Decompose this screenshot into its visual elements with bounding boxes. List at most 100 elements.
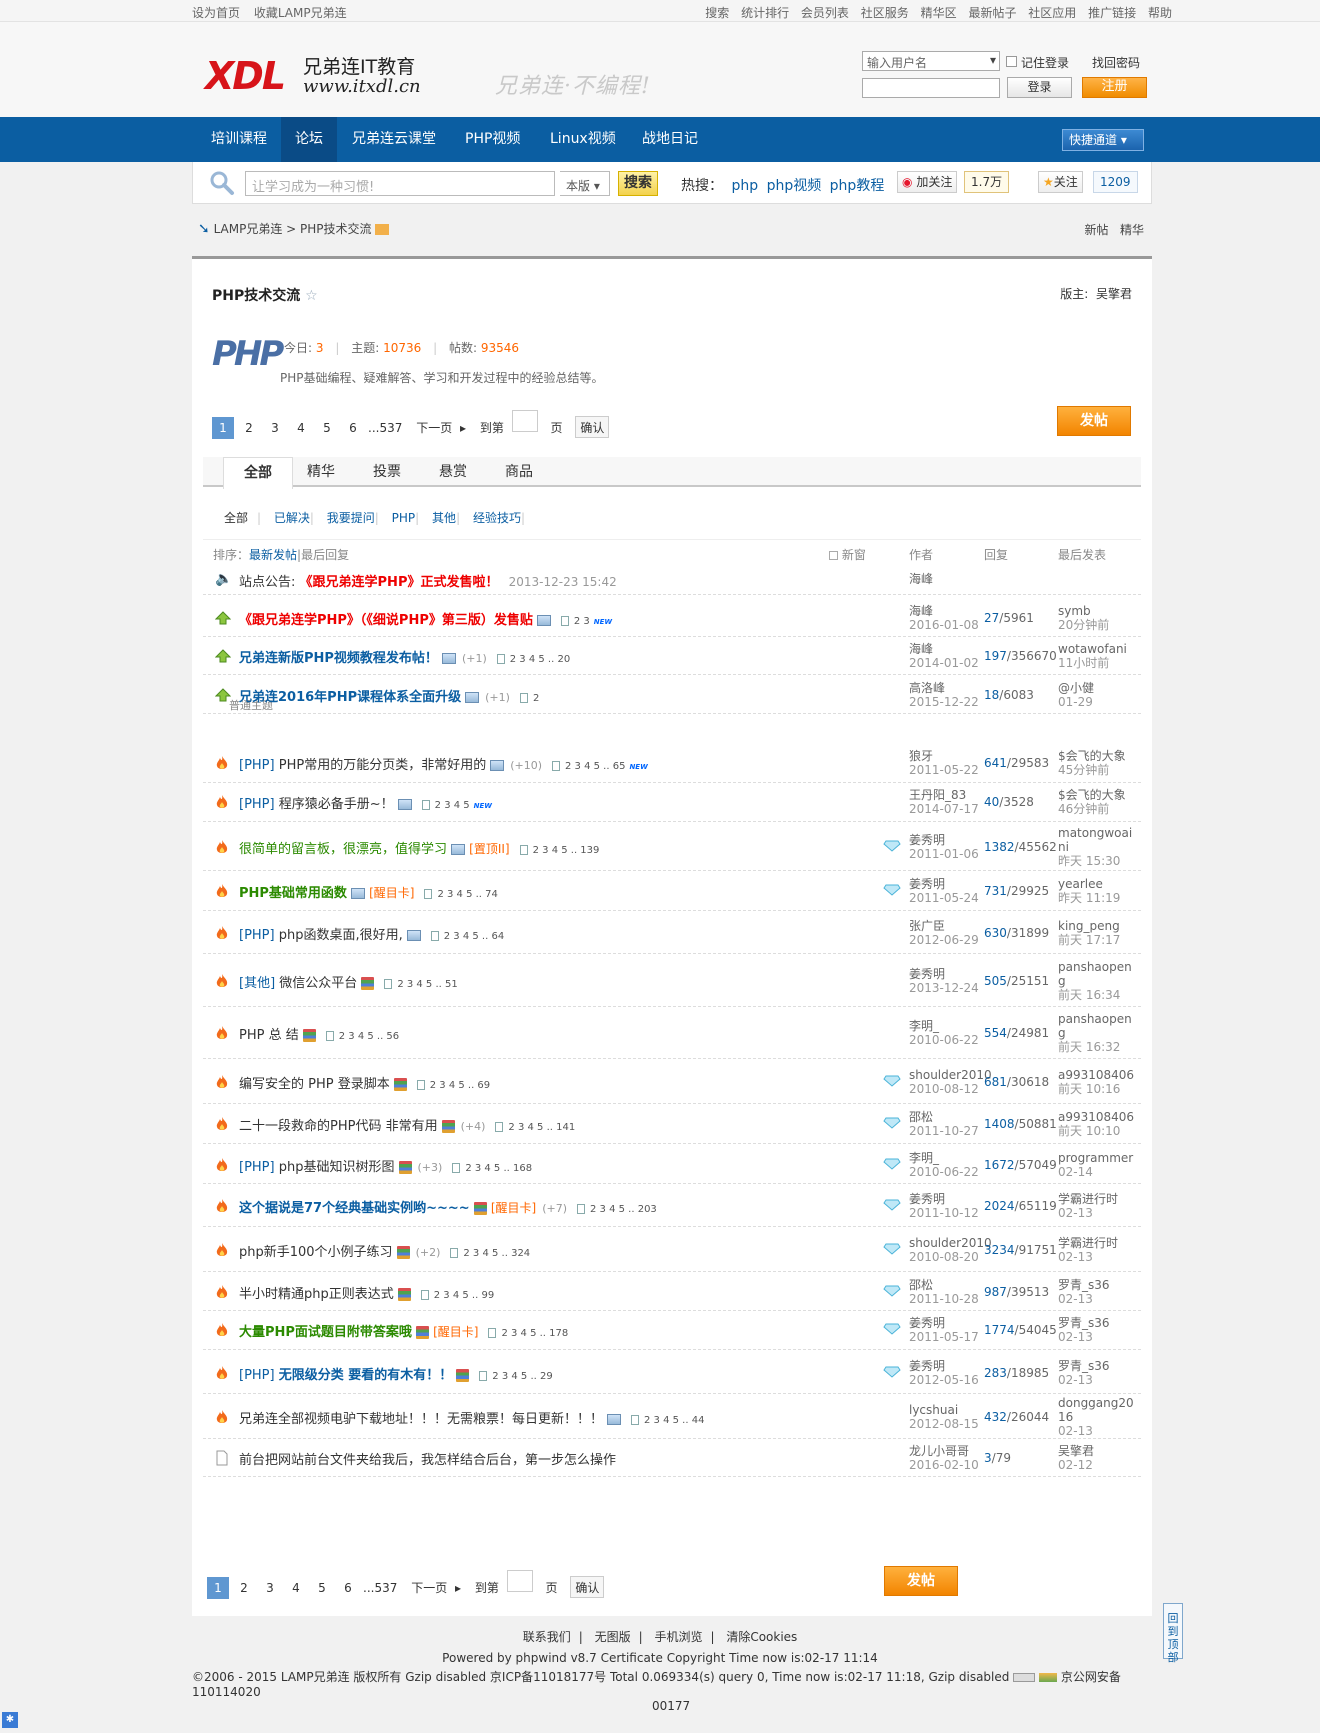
thread-author[interactable]: 张广臣 — [909, 919, 945, 933]
tab-digest[interactable]: 精华 — [287, 457, 355, 487]
thread-row[interactable]: [PHP] PHP常用的万能分页类，非常好用的 (+10) 2 3 4 5 .. 6… — [203, 743, 1141, 783]
thread-row[interactable]: 半小时精通php正则表达式 2 3 4 5 .. 99 邵松 2011-10-28 98… — [203, 1273, 1141, 1311]
top-link-members[interactable]: 会员列表 — [801, 6, 849, 20]
thread-title[interactable]: php函数桌面,很好用, — [279, 928, 403, 943]
thread-author[interactable]: 王丹阳_83 — [909, 788, 966, 802]
thread-pages[interactable]: 2 — [533, 693, 539, 704]
nav-training[interactable]: 培训课程 — [197, 117, 281, 162]
register-button[interactable]: 注册 — [1082, 77, 1147, 98]
thread-author[interactable]: 邵松 — [909, 1110, 933, 1124]
nav-linux-video[interactable]: Linux视频 — [536, 117, 630, 162]
type-solved[interactable]: 已解决 — [274, 511, 310, 525]
page-last[interactable]: ...537 — [363, 1577, 397, 1599]
last-poster[interactable]: 吴擎君 — [1058, 1444, 1094, 1458]
thread-row[interactable]: [PHP] 程序猿必备手册~！ 2 3 4 5 NEW 王丹阳_83 2014-07-1… — [203, 782, 1141, 822]
password-input[interactable] — [862, 78, 1000, 98]
nav-cloud-class[interactable]: 兄弟连云课堂 — [338, 117, 450, 162]
thread-pages[interactable]: 2 3 4 5 .. 324 — [463, 1248, 530, 1259]
thread-row[interactable]: PHP基础常用函数 [醒目卡] 2 3 4 5 .. 74 姜秀明 2011-05-2… — [203, 871, 1141, 911]
thread-author[interactable]: 姜秀明 — [909, 833, 945, 847]
last-poster[interactable]: panshaopeng — [1058, 960, 1132, 988]
thread-pages[interactable]: 2 3 4 5 .. 69 — [430, 1080, 490, 1091]
thread-row[interactable]: php新手100个小例子练习 (+2) 2 3 4 5 .. 324 shoulder… — [203, 1228, 1141, 1272]
search-button[interactable]: 搜索 — [618, 171, 658, 196]
next-page[interactable]: 下一页 ▸ — [405, 1577, 467, 1599]
thread-author[interactable]: 姜秀明 — [909, 877, 945, 891]
thread-row[interactable]: 《跟兄弟连学PHP》（《细说PHP》第三版）发售贴 2 3 NEW 海峰 2016-01… — [203, 599, 1141, 637]
thread-author[interactable]: 姜秀明 — [909, 1359, 945, 1373]
footer-contact-link[interactable]: 联系我们 — [523, 1630, 571, 1644]
tab-reward[interactable]: 悬赏 — [419, 457, 487, 487]
bookmark-link[interactable]: 收藏LAMP兄弟连 — [254, 6, 347, 20]
last-poster[interactable]: a993108406 — [1058, 1068, 1134, 1082]
thread-author[interactable]: 高洛峰 — [909, 681, 945, 695]
login-button[interactable]: 登录 — [1007, 77, 1072, 98]
page-5[interactable]: 5 — [311, 1577, 333, 1599]
top-link-promo[interactable]: 推广链接 — [1088, 6, 1136, 20]
page-3[interactable]: 3 — [264, 417, 286, 439]
page-1[interactable]: 1 — [212, 417, 234, 439]
thread-pages[interactable]: 2 3 4 5 .. 141 — [508, 1122, 575, 1133]
tab-all[interactable]: 全部 — [223, 457, 293, 489]
top-link-stats[interactable]: 统计排行 — [741, 6, 789, 20]
thread-title[interactable]: 兄弟连2016年PHP课程体系全面升级 — [239, 690, 461, 705]
page-4[interactable]: 4 — [285, 1577, 307, 1599]
thread-type[interactable]: [PHP] — [239, 928, 275, 943]
top-link-help[interactable]: 帮助 — [1148, 6, 1172, 20]
sort-new-link[interactable]: 最新发帖 — [249, 548, 297, 562]
thread-row[interactable]: 兄弟连全部视频电驴下载地址！！！无需粮票！每日更新！！！ 2 3 4 5 .. 4… — [203, 1395, 1141, 1439]
last-poster[interactable]: symb — [1058, 604, 1091, 618]
thread-author[interactable]: 李明_ — [909, 1151, 939, 1165]
thread-row[interactable]: [PHP] 无限级分类 要看的有木有！！ 2 3 4 5 .. 29 姜秀明 2012… — [203, 1352, 1141, 1394]
hot-link-php[interactable]: php — [731, 178, 758, 194]
last-poster[interactable]: matongwoaini — [1058, 826, 1132, 854]
thread-row[interactable]: [PHP] php函数桌面,很好用, 2 3 4 5 .. 64 张广臣 2012-0… — [203, 912, 1141, 954]
next-page[interactable]: 下一页 ▸ — [410, 417, 472, 439]
type-all[interactable]: 全部 — [224, 511, 248, 525]
last-poster[interactable]: king_peng — [1058, 919, 1120, 933]
goto-input[interactable] — [511, 410, 538, 432]
thread-title[interactable]: 兄弟连新版PHP视频教程发布帖！ — [239, 651, 438, 666]
thread-author[interactable]: 狼牙 — [909, 749, 933, 763]
weibo-follow-button[interactable]: ◉ 加关注 — [897, 171, 958, 193]
username-select[interactable]: 输入用户名 — [862, 51, 1000, 71]
paw-icon[interactable]: ✱ — [2, 1712, 18, 1728]
thread-pages[interactable]: 2 3 4 5 .. 203 — [590, 1204, 657, 1215]
cnzz-badge[interactable] — [1013, 1673, 1036, 1682]
thread-title[interactable]: PHP基础常用函数 — [239, 886, 347, 901]
announcement-author[interactable]: 海峰 — [909, 572, 933, 586]
last-poster[interactable]: $会飞的大象 — [1058, 788, 1126, 802]
thread-title[interactable]: 很简单的留言板，很漂亮，值得学习 — [239, 842, 447, 857]
digest-link[interactable]: 精华 — [1120, 223, 1144, 237]
tab-goods[interactable]: 商品 — [485, 457, 553, 487]
page-6[interactable]: 6 — [337, 1577, 359, 1599]
thread-author[interactable]: 姜秀明 — [909, 1192, 945, 1206]
last-poster[interactable]: 学霸进行时 — [1058, 1236, 1118, 1250]
page-4[interactable]: 4 — [290, 417, 312, 439]
thread-pages[interactable]: 2 3 4 5 .. 51 — [397, 979, 457, 990]
last-poster[interactable]: yearlee — [1058, 877, 1103, 891]
thread-author[interactable]: 龙儿小哥哥 — [909, 1444, 969, 1458]
thread-type[interactable]: [PHP] — [239, 797, 275, 812]
thread-title[interactable]: PHP常用的万能分页类，非常好用的 — [279, 758, 486, 773]
last-poster[interactable]: programmer — [1058, 1151, 1133, 1165]
nav-diary[interactable]: 战地日记 — [628, 117, 712, 162]
tab-vote[interactable]: 投票 — [353, 457, 421, 487]
thread-type[interactable]: [PHP] — [239, 1160, 275, 1175]
thread-row[interactable]: 大量PHP面试题目附带答案哦 [醒目卡] 2 3 4 5 .. 178 姜秀明 201… — [203, 1310, 1141, 1350]
set-homepage-link[interactable]: 设为首页 — [192, 6, 240, 20]
thread-pages[interactable]: 2 3 4 5 — [435, 800, 470, 811]
last-poster[interactable]: 罗青_s36 — [1058, 1316, 1110, 1330]
thread-row[interactable]: 这个据说是77个经典基础实例哟~~~~ [醒目卡] (+7) 2 3 4 5 .. … — [203, 1185, 1141, 1227]
thread-title[interactable]: 这个据说是77个经典基础实例哟~~~~ — [239, 1201, 470, 1216]
thread-author[interactable]: 姜秀明 — [909, 1316, 945, 1330]
thread-pages[interactable]: 2 3 4 5 .. 44 — [644, 1415, 704, 1426]
thread-title[interactable]: 《跟兄弟连学PHP》（《细说PHP》第三版）发售贴 — [239, 613, 533, 628]
page-1[interactable]: 1 — [207, 1577, 229, 1599]
thread-author[interactable]: shoulder2010 — [909, 1068, 992, 1082]
page-6[interactable]: 6 — [342, 417, 364, 439]
footer-mobile-link[interactable]: 手机浏览 — [654, 1630, 702, 1644]
last-poster[interactable]: panshaopeng — [1058, 1012, 1132, 1040]
type-ask[interactable]: 我要提问 — [327, 511, 375, 525]
breadcrumb-home[interactable]: LAMP兄弟连 — [214, 222, 283, 236]
